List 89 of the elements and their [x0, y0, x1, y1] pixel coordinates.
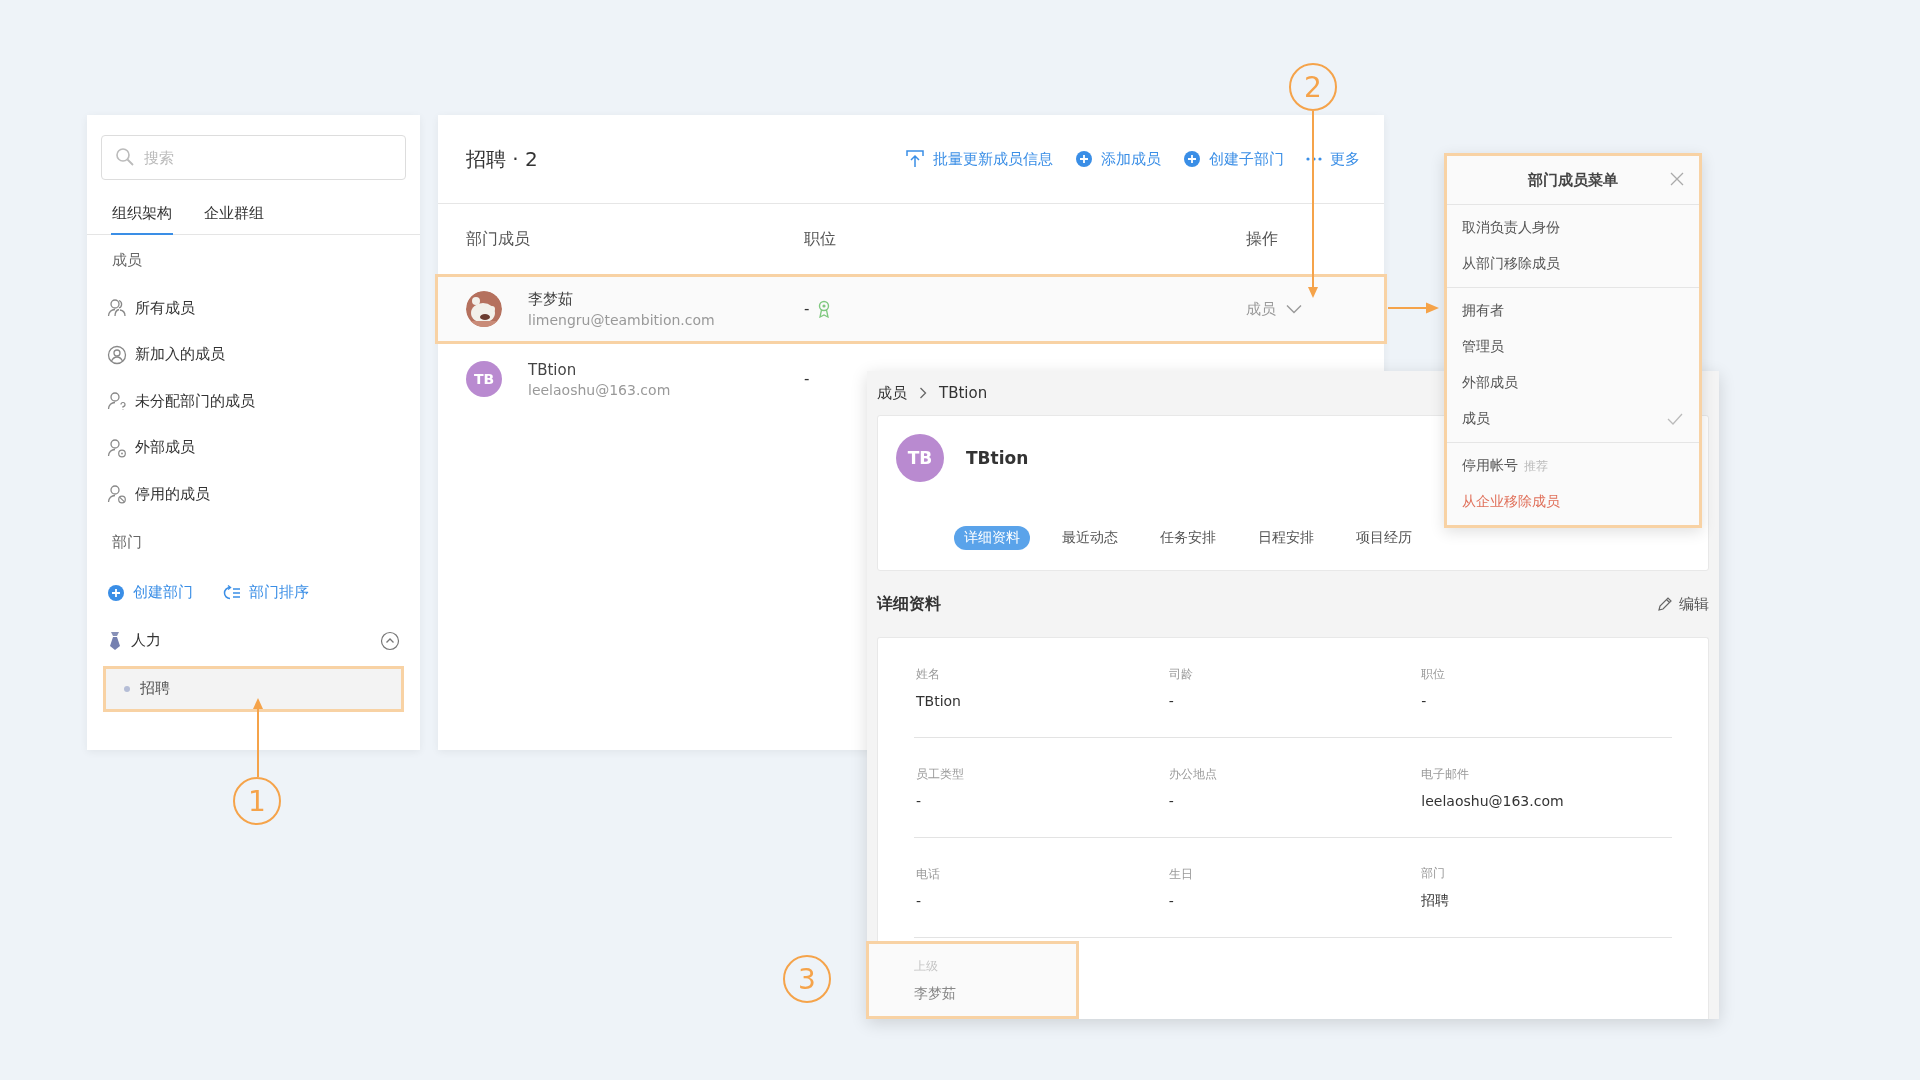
callout-marker: 1 [233, 777, 281, 825]
search-icon [115, 147, 135, 167]
column-header: 职位 [804, 228, 837, 250]
menu-item[interactable]: 外部成员 [1462, 374, 1518, 392]
action-link[interactable]: 添加成员 [1101, 149, 1161, 169]
field-value: leelaoshu@163.com [1421, 793, 1565, 809]
upload-icon [905, 149, 925, 169]
member-email: limengru@teambition.com [528, 312, 715, 328]
member-name: TBtion [966, 448, 1029, 468]
tie-icon [107, 630, 123, 651]
breadcrumb-item[interactable]: 成员 [877, 383, 907, 403]
callout-marker: 3 [783, 955, 831, 1003]
sidebar-item[interactable]: 所有成员 [135, 298, 195, 318]
search-field[interactable]: 搜索 [101, 135, 406, 180]
section-heading: 部门 [112, 533, 142, 552]
tab[interactable]: 组织架构 [111, 194, 173, 235]
tab[interactable]: 最近动态 [1052, 526, 1128, 550]
user-question-icon [107, 391, 127, 412]
sidebar-item[interactable]: 外部成员 [135, 438, 195, 458]
menu-item[interactable]: 停用帐号 [1462, 457, 1518, 475]
chevron-right-icon [919, 387, 927, 399]
tree-item[interactable]: 招聘 [103, 665, 404, 712]
members-icon [107, 298, 127, 319]
sidebar-item[interactable]: 未分配部门的成员 [135, 391, 255, 411]
field-value: - [1168, 893, 1175, 909]
tab[interactable]: 任务安排 [1150, 526, 1226, 550]
menu-item[interactable]: 取消负责人身份 [1462, 219, 1560, 237]
action-link[interactable]: 批量更新成员信息 [933, 149, 1053, 169]
close-icon[interactable] [1669, 171, 1685, 187]
callout-marker: 2 [1289, 63, 1337, 111]
tab[interactable]: 项目经历 [1346, 526, 1422, 550]
breadcrumb-item: TBtion [939, 384, 988, 402]
callout-arrow [1388, 301, 1440, 315]
field-label: 部门 [1421, 865, 1447, 882]
field-label: 办公地点 [1168, 766, 1218, 783]
plus-circle-icon [107, 583, 125, 602]
user-badge-icon [107, 437, 127, 458]
avatar: TB [896, 434, 944, 482]
page-title: 招聘 · 2 [466, 145, 539, 173]
field-label: 员工类型 [916, 766, 965, 783]
field-value: - [1168, 793, 1175, 809]
position-text: - [804, 370, 810, 388]
sidebar-item[interactable]: 新加入的成员 [135, 345, 225, 365]
tag-text: 推荐 [1524, 457, 1548, 475]
member-email: leelaoshu@163.com [528, 381, 671, 398]
action-link[interactable]: 创建部门 [133, 583, 193, 602]
sort-icon [223, 583, 241, 602]
user-blocked-icon [107, 484, 127, 505]
collapse-icon[interactable] [380, 630, 400, 651]
more-icon [1306, 157, 1322, 161]
sidebar-item[interactable]: 停用的成员 [135, 484, 210, 504]
field-value: - [916, 893, 923, 909]
field-label: 生日 [1168, 866, 1194, 883]
field-value: TBtion [916, 693, 962, 709]
field-label: 职位 [1421, 666, 1447, 683]
menu-item[interactable]: 管理员 [1462, 338, 1504, 356]
column-header: 部门成员 [466, 228, 531, 250]
action-link[interactable]: 创建子部门 [1209, 149, 1284, 169]
tree-item[interactable]: 人力 [131, 631, 372, 650]
plus-circle-icon [1183, 150, 1201, 168]
tab[interactable]: 日程安排 [1248, 526, 1324, 550]
field-label: 电话 [916, 866, 941, 883]
menu-item[interactable]: 拥有者 [1462, 302, 1504, 320]
user-circle-icon [107, 344, 127, 365]
member-name: TBtion [528, 360, 578, 379]
pencil-icon [1657, 596, 1673, 612]
tab[interactable]: 企业群组 [203, 194, 265, 235]
field-value: - [1421, 693, 1428, 709]
plus-circle-icon [1075, 150, 1093, 168]
section-title: 详细资料 [877, 593, 941, 615]
field-label: 司龄 [1168, 666, 1194, 683]
menu-item[interactable]: 成员 [1462, 410, 1490, 428]
position-text: - [804, 300, 810, 318]
field-value: 招聘 [1421, 892, 1451, 910]
field-label: 姓名 [916, 666, 941, 683]
field-value: - [916, 793, 923, 809]
action-link[interactable]: 部门排序 [249, 583, 309, 602]
chevron-down-icon[interactable] [1286, 304, 1302, 314]
member-name: 李梦茹 [528, 290, 574, 309]
field-value: 李梦茹 [914, 984, 957, 1003]
action-link[interactable]: 更多 [1330, 149, 1360, 169]
edit-link[interactable]: 编辑 [1679, 594, 1709, 614]
field-label: 电子邮件 [1421, 766, 1471, 783]
menu-title: 部门成员菜单 [1528, 170, 1618, 190]
column-header: 操作 [1246, 228, 1279, 250]
avatar: TB [466, 361, 502, 397]
field-value: - [1168, 693, 1175, 709]
menu-item[interactable]: 从部门移除成员 [1462, 255, 1560, 273]
section-heading: 成员 [112, 250, 142, 270]
